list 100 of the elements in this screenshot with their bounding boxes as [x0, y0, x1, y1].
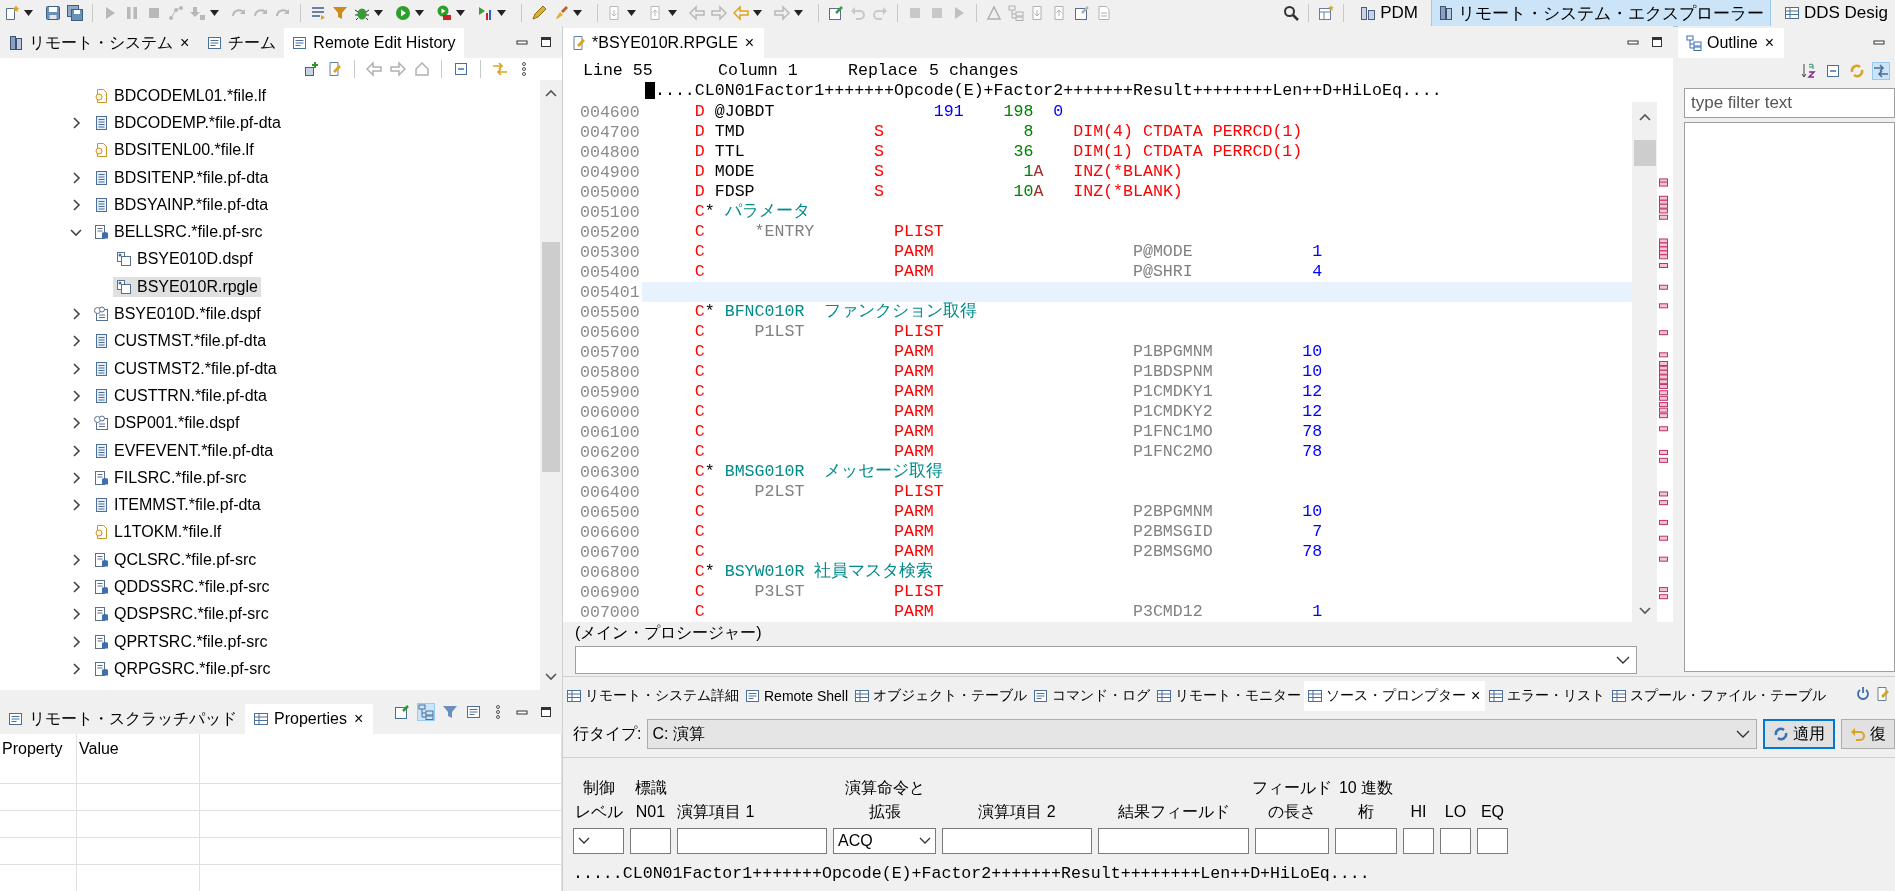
- caret-icon[interactable]: [753, 10, 762, 16]
- tree-item[interactable]: L1TOKM.*file.lf: [90, 522, 225, 543]
- view-icon[interactable]: [1033, 688, 1050, 704]
- view-icon[interactable]: [1611, 688, 1628, 704]
- tree-item[interactable]: BDSYAINP.*file.pf-dta: [90, 194, 272, 215]
- tree-item[interactable]: QDSPSRC.*file.pf-src: [90, 604, 272, 625]
- tree-item[interactable]: QPRTSRC.*file.pf-src: [90, 631, 271, 652]
- edit-icon[interactable]: [327, 61, 343, 77]
- view-tab[interactable]: オブジェクト・テーブル: [851, 681, 1031, 711]
- tree-item[interactable]: BSYE010D.*file.dspf: [90, 304, 264, 324]
- scroll-thumb[interactable]: [542, 242, 560, 472]
- power-icon[interactable]: [1855, 686, 1871, 702]
- close-button[interactable]: ×: [742, 34, 757, 52]
- open-perspective-icon[interactable]: [1318, 5, 1335, 21]
- view-tab[interactable]: リモート・モニター: [1153, 681, 1305, 711]
- row-type-dropdown[interactable]: C: 演算: [647, 719, 1757, 749]
- table-icon[interactable]: [253, 711, 269, 727]
- tree-item[interactable]: CUSTMST2.*file.pf-dta: [90, 358, 280, 379]
- perspective-button[interactable]: PDM: [1353, 0, 1425, 27]
- caret-icon[interactable]: [573, 10, 582, 16]
- save-icon[interactable]: [45, 5, 61, 21]
- tree-item[interactable]: CUSTTRN.*file.pf-dta: [90, 385, 270, 406]
- maximize-icon[interactable]: [538, 704, 554, 720]
- scrollbar[interactable]: [540, 80, 562, 690]
- view-icon[interactable]: [1488, 688, 1505, 704]
- view-tab[interactable]: エラー・リスト: [1485, 681, 1609, 711]
- edit-icon[interactable]: [571, 35, 587, 51]
- tree-item[interactable]: ITEMMST.*file.pf-dta: [90, 495, 264, 516]
- caret-icon[interactable]: [374, 10, 383, 16]
- collapse-all-icon[interactable]: [453, 61, 469, 77]
- server-icon[interactable]: [1437, 5, 1454, 21]
- filter-icon[interactable]: [442, 704, 458, 720]
- procedure-dropdown[interactable]: [575, 646, 1637, 674]
- tree-item[interactable]: FILSRC.*file.pf-src: [90, 467, 250, 488]
- view-tab[interactable]: リモート・システム詳細: [563, 681, 742, 711]
- input-field[interactable]: [1335, 828, 1397, 854]
- view-icon[interactable]: [854, 688, 871, 704]
- view-tab[interactable]: Remote Edit History: [284, 28, 464, 58]
- new-connection-icon[interactable]: [303, 61, 319, 77]
- input-field[interactable]: [1477, 828, 1508, 854]
- save-all-icon[interactable]: [67, 5, 83, 21]
- view-tab[interactable]: コマンド・ログ: [1030, 681, 1154, 711]
- nodes-icon[interactable]: [168, 5, 184, 21]
- caret-icon[interactable]: [794, 10, 803, 16]
- caret-icon[interactable]: [497, 10, 506, 16]
- caret-icon[interactable]: [627, 10, 636, 16]
- caret-icon[interactable]: [668, 10, 677, 16]
- list-icon[interactable]: [310, 5, 326, 21]
- dropdown-field[interactable]: ACQ: [833, 828, 936, 854]
- dropdown-field[interactable]: [573, 828, 624, 854]
- maximize-icon[interactable]: [538, 34, 554, 50]
- close-button[interactable]: ×: [351, 710, 366, 728]
- tree-item[interactable]: DSP001.*file.dspf: [90, 413, 243, 434]
- view-icon[interactable]: [745, 688, 761, 704]
- brush-icon[interactable]: [553, 5, 569, 21]
- search-icon[interactable]: [1283, 5, 1300, 21]
- view-icon[interactable]: [1307, 688, 1324, 704]
- editor-tab[interactable]: *BSYE010R.RPGLE ×: [563, 28, 765, 58]
- scroll-thumb[interactable]: [1633, 140, 1656, 166]
- close-button[interactable]: ×: [178, 34, 192, 52]
- view-tab[interactable]: ソース・プロンプター ×: [1304, 681, 1486, 711]
- tree-item[interactable]: BDCODEMP.*file.pf-dta: [90, 112, 284, 133]
- perspective-button[interactable]: リモート・システム・エクスプローラー: [1430, 0, 1771, 27]
- caret-icon[interactable]: [24, 10, 33, 16]
- perspective-button[interactable]: DDS Desig: [1776, 0, 1895, 27]
- input-field[interactable]: [942, 828, 1092, 854]
- pencil-icon[interactable]: [531, 5, 547, 21]
- input-field[interactable]: [677, 828, 827, 854]
- filter-field[interactable]: type filter text: [1684, 88, 1895, 118]
- tree-item[interactable]: BSYE010D.dspf: [113, 249, 256, 270]
- collapse-all-icon[interactable]: [1825, 63, 1841, 79]
- view-tab[interactable]: Outline ×: [1678, 28, 1785, 58]
- close-button[interactable]: ×: [1469, 687, 1483, 705]
- tree-item[interactable]: BDSITENP.*file.pf-dta: [90, 167, 272, 188]
- view-tab[interactable]: スプール・ファイル・テーブル: [1608, 681, 1830, 711]
- view-tab[interactable]: リモート・スクラッチパッド: [0, 704, 245, 734]
- link-icon[interactable]: [1873, 63, 1889, 79]
- tree-item[interactable]: CUSTMST.*file.pf-dta: [90, 331, 270, 352]
- caret-icon[interactable]: [415, 10, 424, 16]
- scrollbar[interactable]: [1632, 102, 1657, 622]
- input-field[interactable]: [1440, 828, 1471, 854]
- pin-icon[interactable]: [394, 704, 410, 720]
- tree-icon[interactable]: [418, 704, 434, 720]
- view-icon[interactable]: [566, 688, 582, 704]
- server-icon[interactable]: [1360, 5, 1377, 21]
- input-field[interactable]: [630, 828, 671, 854]
- maximize-icon[interactable]: [1649, 34, 1665, 50]
- input-field[interactable]: [1403, 828, 1434, 854]
- tree-item[interactable]: QRPGSRC.*file.pf-src: [90, 658, 274, 679]
- run-tool-icon[interactable]: [436, 5, 452, 21]
- tree-item[interactable]: QCLSRC.*file.pf-src: [90, 549, 260, 570]
- edit-icon[interactable]: [828, 5, 844, 21]
- coverage-icon[interactable]: [477, 5, 493, 21]
- server-icon[interactable]: [8, 35, 24, 51]
- tree-item[interactable]: BSYE010R.rpgle: [113, 276, 261, 297]
- close-button[interactable]: ×: [1762, 34, 1777, 52]
- edit-icon[interactable]: [1875, 686, 1891, 702]
- view-tab[interactable]: Remote Shell: [742, 681, 852, 711]
- input-field[interactable]: [1255, 828, 1329, 854]
- input-field[interactable]: [1098, 828, 1249, 854]
